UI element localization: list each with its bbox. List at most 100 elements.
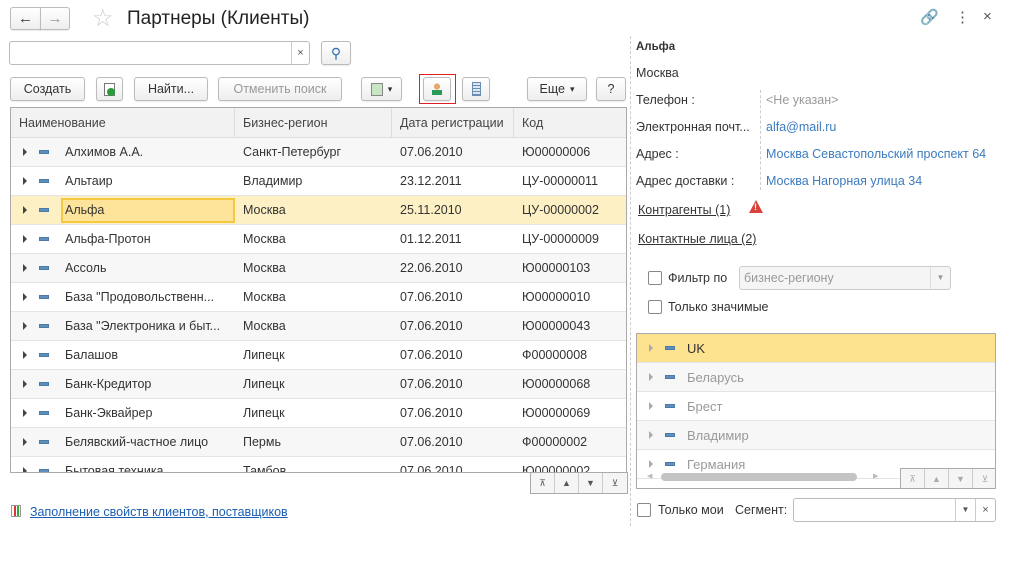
segment-clear-button[interactable]: × <box>975 499 995 521</box>
table-row[interactable]: Банк-Кредитор Липецк 07.06.2010 Ю0000006… <box>11 370 626 399</box>
email-value[interactable]: alfa@mail.ru <box>766 120 836 134</box>
horizontal-scrollbar[interactable]: ◀ ▶ <box>645 468 900 486</box>
segment-dropdown-button[interactable]: ▼ <box>955 499 975 521</box>
segment-item[interactable]: Владимир <box>637 421 995 450</box>
name-cell[interactable]: Альфа-Протон <box>11 227 235 252</box>
back-button[interactable]: ← <box>10 7 41 30</box>
link-icon[interactable]: 🔗 <box>920 8 939 26</box>
name-cell[interactable]: Альтаир <box>11 169 235 194</box>
name-cell[interactable]: Белявский-частное лицо <box>11 430 235 455</box>
expand-icon[interactable] <box>649 344 653 352</box>
segment-label: Сегмент: <box>735 503 788 517</box>
panel-divider[interactable] <box>630 36 631 526</box>
table-row[interactable]: База "Продовольственн... Москва 07.06.20… <box>11 283 626 312</box>
table-row[interactable]: База "Электроника и быт... Москва 07.06.… <box>11 312 626 341</box>
phone-value[interactable]: <Не указан> <box>766 93 838 107</box>
only-mine-checkbox[interactable] <box>637 503 651 517</box>
expand-icon[interactable] <box>23 467 27 472</box>
fill-properties-link[interactable]: Заполнение свойств клиентов, поставщиков <box>30 505 288 519</box>
expand-icon[interactable] <box>23 438 27 446</box>
delivery-address-value[interactable]: Москва Нагорная улица 34 <box>766 174 922 188</box>
contacts-link[interactable]: Контактные лица (2) <box>638 232 756 246</box>
table-row[interactable]: Белявский-частное лицо Пермь 07.06.2010 … <box>11 428 626 457</box>
name-cell[interactable]: База "Продовольственн... <box>11 285 235 310</box>
expand-icon[interactable] <box>23 293 27 301</box>
table-row[interactable]: Альтаир Владимир 23.12.2011 ЦУ-00000011 <box>11 167 626 196</box>
column-header-date[interactable]: Дата регистрации <box>392 108 514 137</box>
create-button[interactable]: Создать <box>10 77 85 101</box>
name-cell[interactable]: Ассоль <box>11 256 235 281</box>
expand-icon[interactable] <box>649 402 653 410</box>
segment-input[interactable]: ▼ × <box>793 498 996 522</box>
expand-icon[interactable] <box>649 431 653 439</box>
name-cell[interactable]: Алхимов А.А. <box>11 140 235 165</box>
list-view-button[interactable] <box>462 77 490 101</box>
item-icon <box>39 440 49 444</box>
tree-scroll-down-button[interactable]: ▼ <box>949 469 973 488</box>
table-row[interactable]: Альфа-Протон Москва 01.12.2011 ЦУ-000000… <box>11 225 626 254</box>
favorite-star-icon[interactable]: ☆ <box>92 4 114 33</box>
search-input[interactable]: × <box>9 41 310 65</box>
cancel-search-button[interactable]: Отменить поиск <box>218 77 342 101</box>
column-header-name[interactable]: Наименование <box>11 108 235 137</box>
tree-scroll-up-button[interactable]: ▲ <box>925 469 949 488</box>
tree-scroll-first-button[interactable]: ⊼ <box>901 469 925 488</box>
segment-item[interactable]: UK <box>637 334 995 363</box>
counterparties-link[interactable]: Контрагенты (1) <box>638 203 730 217</box>
filter-label: Фильтр по <box>668 271 728 285</box>
expand-icon[interactable] <box>23 206 27 214</box>
expand-icon[interactable] <box>23 351 27 359</box>
table-row[interactable]: Альфа Москва 25.11.2010 ЦУ-00000002 <box>11 196 626 225</box>
tree-scroll-last-button[interactable]: ⊻ <box>973 469 995 488</box>
date-cell: 25.11.2010 <box>400 203 462 217</box>
more-button[interactable]: Еще ▾ <box>527 77 587 101</box>
scrollbar-thumb[interactable] <box>661 473 857 481</box>
scroll-up-button[interactable]: ▲ <box>555 473 579 493</box>
segment-item[interactable]: Беларусь <box>637 363 995 392</box>
partners-table[interactable]: Наименование Бизнес-регион Дата регистра… <box>10 107 627 473</box>
search-button[interactable]: ⚲ <box>321 41 351 65</box>
filter-select[interactable]: бизнес-региону ▼ <box>739 266 951 290</box>
table-row[interactable]: Балашов Липецк 07.06.2010 Ф00000008 <box>11 341 626 370</box>
expand-icon[interactable] <box>23 235 27 243</box>
help-button[interactable]: ? <box>596 77 626 101</box>
search-clear-button[interactable]: × <box>291 42 309 64</box>
only-significant-checkbox[interactable] <box>648 300 662 314</box>
more-menu-icon[interactable]: ⋮ <box>955 8 970 26</box>
expand-icon[interactable] <box>23 264 27 272</box>
name-cell[interactable]: Банк-Эквайрер <box>11 401 235 426</box>
name-cell[interactable]: Альфа <box>11 197 235 223</box>
name-cell[interactable]: База "Электроника и быт... <box>11 314 235 339</box>
name-cell[interactable]: Банк-Кредитор <box>11 372 235 397</box>
filter-checkbox[interactable] <box>648 271 662 285</box>
scroll-down-button[interactable]: ▼ <box>579 473 603 493</box>
item-icon <box>39 382 49 386</box>
table-row[interactable]: Алхимов А.А. Санкт-Петербург 07.06.2010 … <box>11 138 626 167</box>
expand-icon[interactable] <box>23 409 27 417</box>
scroll-last-button[interactable]: ⊻ <box>603 473 627 493</box>
column-header-region[interactable]: Бизнес-регион <box>235 108 392 137</box>
table-row[interactable]: Бытовая техника Тамбов 07.06.2010 Ю00000… <box>11 457 626 472</box>
segments-tree[interactable]: UK Беларусь Брест Владимир Германия ◀ ▶ ⊼ ▲ … <box>636 333 996 489</box>
scroll-first-button[interactable]: ⊼ <box>531 473 555 493</box>
expand-icon[interactable] <box>23 322 27 330</box>
expand-icon[interactable] <box>649 373 653 381</box>
forward-button[interactable]: → <box>40 7 70 30</box>
report-dropdown-button[interactable]: ▾ <box>361 77 402 101</box>
name-cell[interactable]: Бытовая техника <box>11 459 235 472</box>
create-copy-button[interactable] <box>96 77 123 101</box>
expand-icon[interactable] <box>649 460 653 468</box>
find-button[interactable]: Найти... <box>134 77 208 101</box>
expand-icon[interactable] <box>23 148 27 156</box>
chevron-down-icon[interactable]: ▼ <box>930 267 950 289</box>
expand-icon[interactable] <box>23 380 27 388</box>
name-cell[interactable]: Балашов <box>11 343 235 368</box>
contact-persons-button[interactable] <box>423 77 451 101</box>
close-icon[interactable]: × <box>983 8 992 25</box>
column-header-code[interactable]: Код <box>514 108 624 137</box>
expand-icon[interactable] <box>23 177 27 185</box>
segment-item[interactable]: Брест <box>637 392 995 421</box>
address-value[interactable]: Москва Севастопольский проспект 64 <box>766 147 986 161</box>
table-row[interactable]: Банк-Эквайрер Липецк 07.06.2010 Ю0000006… <box>11 399 626 428</box>
table-row[interactable]: Ассоль Москва 22.06.2010 Ю00000103 <box>11 254 626 283</box>
